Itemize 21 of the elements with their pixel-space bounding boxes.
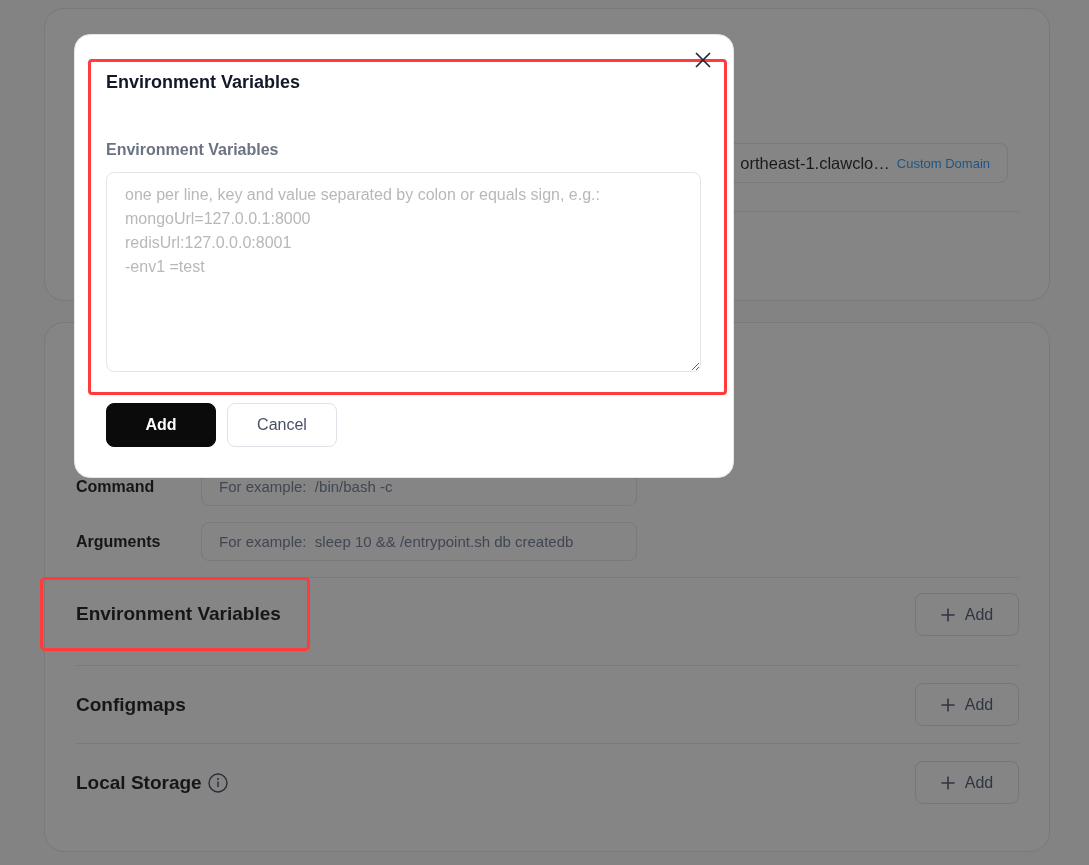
custom-domain-link[interactable]: Custom Domain (896, 155, 990, 171)
env-textarea[interactable]: one per line, key and value separated by colon or equals sign, e.g.: mongoUrl=127.0.0.1:8000 redisUrl:127.0.0.0:8001 -env1 =test (106, 172, 701, 372)
section-title: Local Storage (76, 771, 202, 794)
domain-value: ortheast-1.clawclo… (740, 153, 890, 173)
plus-icon (940, 775, 955, 790)
add-button[interactable]: Add (106, 403, 216, 447)
input-field[interactable]: For example: sleep 10 && /entrypoint.sh db createdb (201, 522, 637, 561)
plus-icon (940, 607, 955, 622)
section-title: Configmaps (76, 693, 186, 716)
field-label: Environment Variables (106, 140, 280, 160)
dialog-title: Environment Variables (106, 71, 302, 94)
info-icon[interactable] (207, 772, 228, 793)
plus-icon (940, 697, 955, 712)
field-label: Command (76, 477, 156, 496)
add-button[interactable]: Add (915, 683, 1019, 726)
add-button[interactable]: Add (915, 593, 1019, 636)
cancel-button[interactable]: Cancel (227, 403, 337, 447)
add-button[interactable]: Add (915, 761, 1019, 804)
field-label: Arguments (76, 532, 162, 551)
close-icon (695, 52, 711, 68)
section-title: Environment Variables (76, 603, 281, 625)
